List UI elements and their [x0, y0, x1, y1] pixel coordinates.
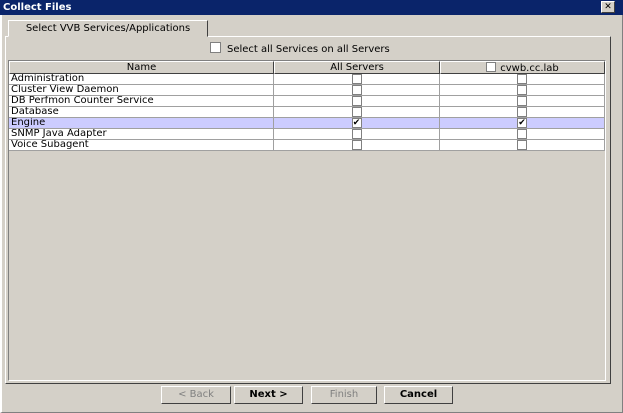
server-checkbox[interactable] — [517, 129, 527, 139]
server-checkbox[interactable] — [517, 85, 527, 95]
all-servers-checkbox[interactable] — [351, 107, 362, 117]
all-servers-cell — [274, 107, 440, 118]
tab-select-services[interactable]: Select VVB Services/Applications — [8, 20, 208, 37]
column-header-server[interactable]: cvwb.cc.lab — [440, 61, 605, 74]
table-header: Name All Servers cvwb.cc.lab — [9, 61, 605, 74]
server-cell — [440, 85, 605, 96]
next-button[interactable]: Next > — [234, 386, 303, 404]
all-servers-checkbox[interactable] — [351, 129, 362, 139]
table-row[interactable]: Cluster View Daemon — [9, 85, 605, 96]
server-cell — [440, 107, 605, 118]
services-table: Name All Servers cvwb.cc.lab Administrat… — [8, 60, 606, 381]
table-row[interactable]: Database — [9, 107, 605, 118]
server-cell — [440, 96, 605, 107]
service-name: Database — [9, 107, 274, 118]
table-row[interactable]: Engine ✔ ✔ — [9, 118, 605, 129]
server-checkbox[interactable] — [517, 96, 527, 106]
column-header-name[interactable]: Name — [9, 61, 274, 74]
column-header-all-servers[interactable]: All Servers — [274, 61, 440, 74]
service-name: Engine — [9, 118, 274, 129]
all-servers-cell — [274, 74, 440, 85]
table-row[interactable]: DB Perfmon Counter Service — [9, 96, 605, 107]
server-cell — [440, 129, 605, 140]
all-servers-checkbox[interactable] — [351, 74, 362, 84]
all-servers-cell: ✔ — [274, 118, 440, 129]
service-name: Cluster View Daemon — [9, 85, 274, 96]
select-all-label: Select all Services on all Servers — [227, 44, 390, 55]
all-servers-checkbox[interactable]: ✔ — [351, 118, 362, 128]
all-servers-checkbox[interactable] — [351, 85, 362, 95]
service-name: Administration — [9, 74, 274, 85]
all-servers-checkbox[interactable] — [351, 96, 362, 106]
all-servers-cell — [274, 140, 440, 151]
service-name: SNMP Java Adapter — [9, 129, 274, 140]
close-icon[interactable]: ✕ — [601, 1, 615, 13]
server-column-checkbox[interactable] — [486, 62, 497, 72]
all-servers-checkbox[interactable] — [351, 140, 362, 150]
server-checkbox[interactable] — [517, 140, 527, 150]
server-cell: ✔ — [440, 118, 605, 129]
server-cell — [440, 140, 605, 151]
service-name: DB Perfmon Counter Service — [9, 96, 274, 107]
server-checkbox[interactable] — [517, 107, 527, 117]
server-checkbox[interactable] — [517, 74, 527, 84]
finish-button[interactable]: Finish — [311, 386, 377, 404]
server-column-label: cvwb.cc.lab — [500, 63, 559, 74]
server-checkbox[interactable]: ✔ — [517, 118, 527, 128]
select-all-option[interactable]: Select all Services on all Servers — [210, 42, 390, 55]
table-row[interactable]: Voice Subagent — [9, 140, 605, 151]
all-servers-cell — [274, 85, 440, 96]
server-cell — [440, 74, 605, 85]
cancel-button[interactable]: Cancel — [384, 386, 453, 404]
table-row[interactable]: SNMP Java Adapter — [9, 129, 605, 140]
service-name: Voice Subagent — [9, 140, 274, 151]
table-row[interactable]: Administration — [9, 74, 605, 85]
all-servers-cell — [274, 96, 440, 107]
window-title: Collect Files — [3, 2, 72, 13]
window-titlebar: Collect Files ✕ — [0, 0, 623, 15]
select-all-checkbox[interactable] — [210, 42, 221, 53]
all-servers-cell — [274, 129, 440, 140]
back-button[interactable]: < Back — [161, 386, 231, 404]
